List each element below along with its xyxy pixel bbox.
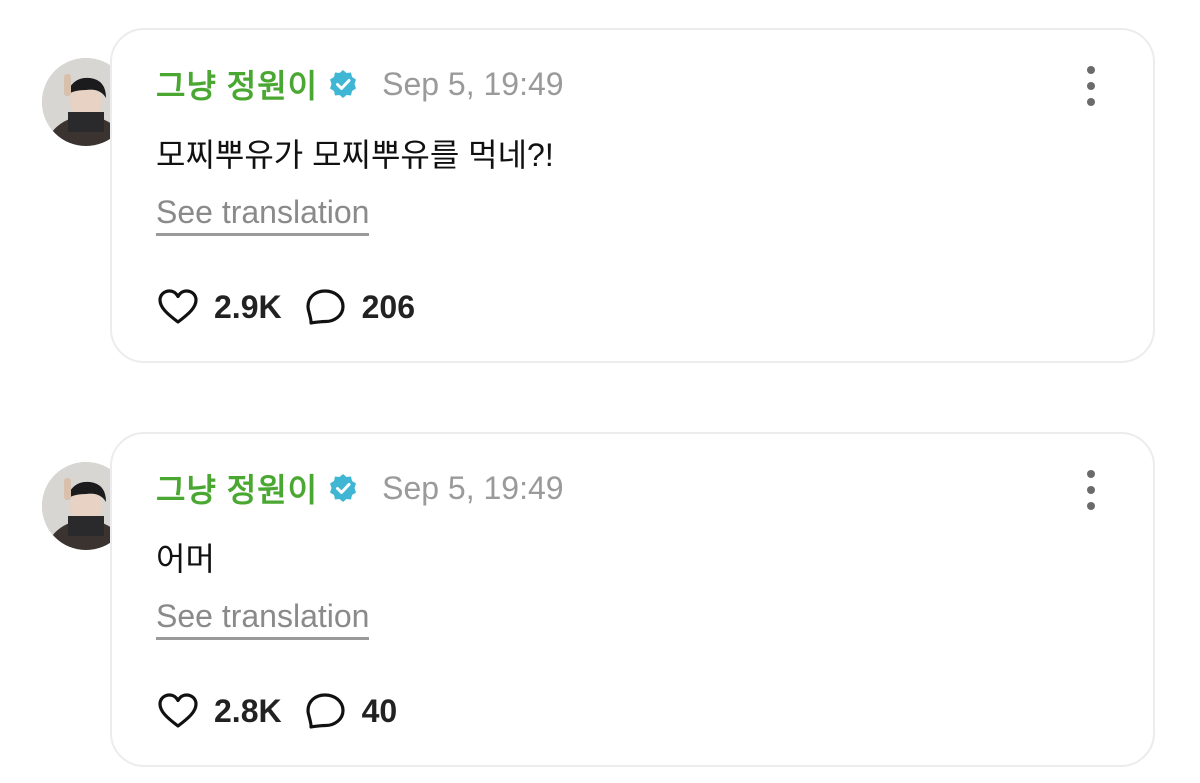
post-header: 그냥 정원이 Sep 5, 19:49	[156, 466, 564, 510]
like-count: 2.8K	[214, 692, 282, 729]
see-translation-link[interactable]: See translation	[156, 598, 370, 640]
post-timestamp: Sep 5, 19:49	[382, 65, 564, 102]
post-timestamp: Sep 5, 19:49	[382, 469, 564, 506]
post-text: 모찌뿌유가 모찌뿌유를 먹네?!	[156, 137, 554, 173]
like-button[interactable]: 2.9K	[156, 285, 282, 329]
like-count: 2.9K	[214, 288, 282, 325]
like-button[interactable]: 2.8K	[156, 689, 282, 733]
heart-icon	[158, 289, 198, 324]
author-name[interactable]: 그냥 정원이	[156, 465, 318, 511]
verified-badge-icon	[330, 474, 357, 502]
comment-bubble-icon	[305, 289, 345, 325]
post-card: 그냥 정원이 Sep 5, 19:49 어머 See translation 2…	[110, 432, 1155, 767]
more-vertical-icon[interactable]	[1079, 66, 1103, 106]
comment-button[interactable]: 40	[304, 689, 398, 733]
comment-bubble-icon	[305, 693, 345, 729]
post-actions: 2.9K 206	[156, 285, 415, 329]
more-vertical-icon[interactable]	[1079, 470, 1103, 510]
post-text: 어머	[156, 541, 215, 577]
post-card: 그냥 정원이 Sep 5, 19:49 모찌뿌유가 모찌뿌유를 먹네?! See…	[110, 28, 1155, 363]
heart-icon	[158, 693, 198, 728]
see-translation-link[interactable]: See translation	[156, 194, 370, 236]
author-name[interactable]: 그냥 정원이	[156, 61, 318, 107]
comment-count: 40	[361, 692, 398, 729]
post-header: 그냥 정원이 Sep 5, 19:49	[156, 62, 564, 106]
comment-count: 206	[361, 288, 415, 325]
verified-badge-icon	[330, 70, 357, 98]
comment-button[interactable]: 206	[304, 285, 415, 329]
post-actions: 2.8K 40	[156, 689, 397, 733]
